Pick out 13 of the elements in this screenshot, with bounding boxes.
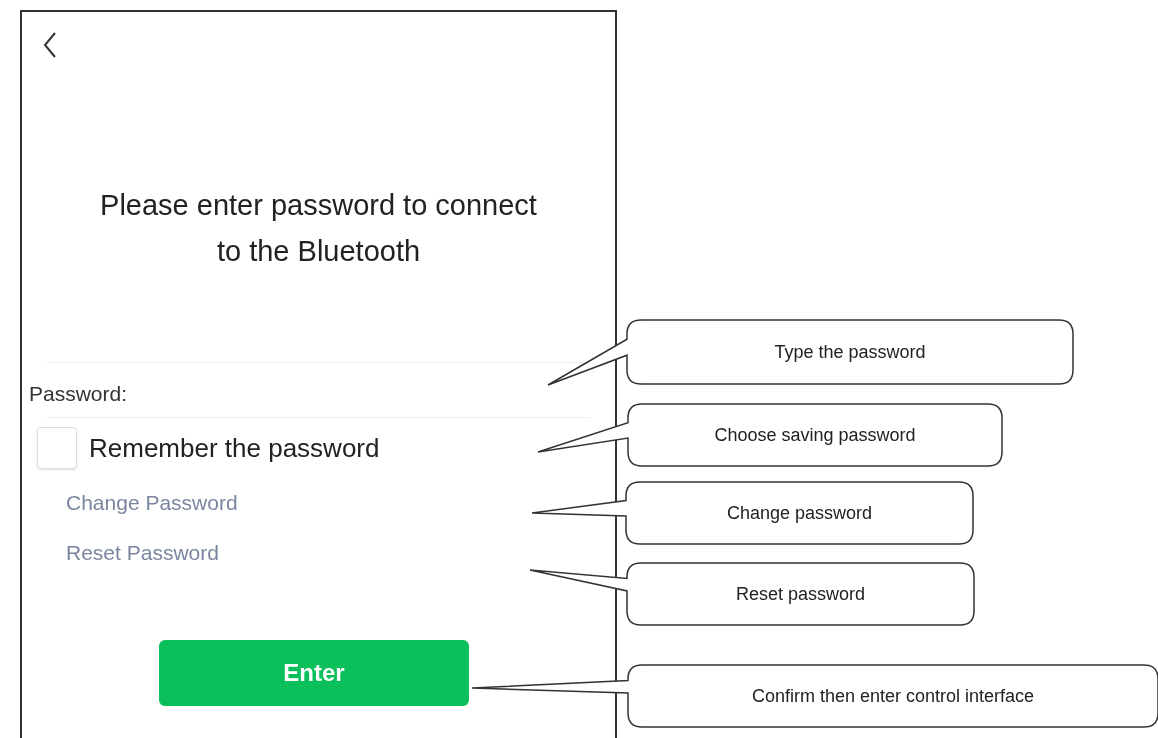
enter-button[interactable]: Enter (159, 640, 469, 706)
password-link[interactable]: Change Password (66, 486, 238, 520)
callout-text: Type the password (774, 340, 926, 364)
callout-text: Confirm then enter control interface (751, 684, 1035, 708)
screen-title: Please enter password to connect to the Bluetooth (99, 188, 538, 269)
callout-text: Change password (726, 501, 873, 525)
back-icon (43, 31, 57, 59)
remember-label: Remember the password (89, 431, 380, 465)
callout-text: Choose saving password (714, 423, 916, 447)
remember-checkbox[interactable] (37, 427, 77, 469)
callout-text: Reset password (735, 582, 866, 606)
password-link[interactable]: Reset Password (66, 536, 219, 570)
password-label: Password: (29, 381, 128, 408)
